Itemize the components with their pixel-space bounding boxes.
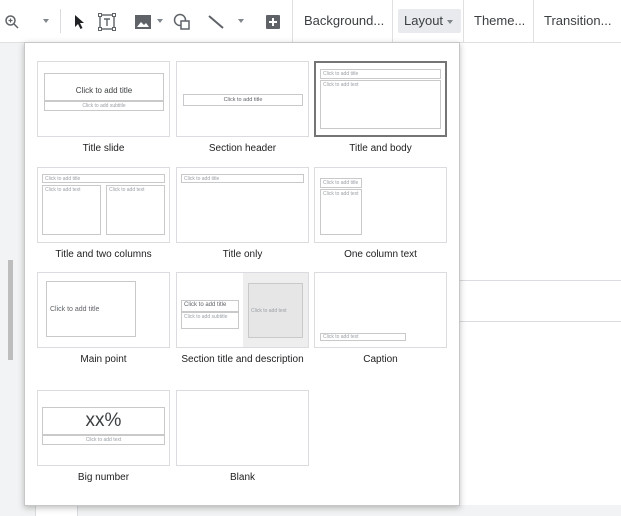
title-placeholder: Click to add title bbox=[183, 94, 303, 106]
title-placeholder: Click to add title bbox=[320, 178, 362, 188]
bottom-panel bbox=[0, 505, 621, 516]
line-dropdown-caret[interactable] bbox=[238, 19, 244, 23]
toolbar-divider bbox=[392, 0, 393, 42]
layout-thumbnail[interactable]: Click to add title Click to add text bbox=[314, 167, 447, 243]
placeholder-subtitle-text: Click to add subtitle bbox=[184, 314, 228, 320]
placeholder-body-text: Click to add text bbox=[251, 308, 287, 314]
add-comment-icon[interactable] bbox=[263, 12, 283, 32]
background-button[interactable]: Background... bbox=[298, 9, 390, 33]
title-placeholder: Click to add title bbox=[320, 69, 441, 79]
toolbar: Background... Layout Theme... Transition… bbox=[0, 0, 621, 43]
placeholder-body-text: Click to add text bbox=[109, 187, 145, 193]
title-placeholder: Click to add title bbox=[181, 174, 304, 183]
layout-menu: Click to add title Click to add subtitle… bbox=[24, 42, 460, 506]
transition-button[interactable]: Transition... bbox=[538, 9, 617, 33]
layout-label: Blank bbox=[229, 472, 255, 483]
body-placeholder: Click to add text bbox=[248, 283, 303, 338]
layout-label: Title and body bbox=[349, 143, 412, 154]
caption-placeholder: Click to add text bbox=[320, 333, 406, 341]
placeholder-title-text: Click to add title bbox=[223, 97, 263, 103]
placeholder-title-text: Click to add title bbox=[75, 85, 133, 95]
notes-divider bbox=[458, 321, 621, 322]
placeholder-title-text: Click to add title bbox=[50, 305, 100, 313]
placeholder-body-text: Click to add text bbox=[323, 191, 359, 197]
subtitle-placeholder: Click to add subtitle bbox=[181, 312, 239, 329]
layout-label: Title only bbox=[222, 249, 263, 260]
placeholder-title-text: Click to add title bbox=[184, 302, 227, 308]
layout-label: Section header bbox=[208, 143, 277, 154]
placeholder-body-text: Click to add text bbox=[45, 187, 81, 193]
toolbar-separator bbox=[60, 9, 61, 33]
layout-thumbnail[interactable]: Click to add text bbox=[314, 272, 447, 348]
zoom-icon[interactable] bbox=[2, 12, 22, 32]
placeholder-title-text: Click to add title bbox=[323, 71, 359, 77]
placeholder-title-text: Click to add title bbox=[184, 176, 220, 182]
layout-thumbnail[interactable]: Click to add title Click to add text Cli… bbox=[37, 167, 170, 243]
layout-label: Big number bbox=[77, 472, 130, 483]
placeholder-caption-text: Click to add text bbox=[323, 334, 359, 340]
layout-thumbnail[interactable]: Click to add title bbox=[176, 167, 309, 243]
toolbar-divider bbox=[463, 0, 464, 42]
body-placeholder: Click to add text bbox=[320, 80, 441, 129]
layout-label: Title slide bbox=[82, 143, 125, 154]
layout-thumbnail[interactable]: xx% Click to add text bbox=[37, 390, 170, 466]
body-placeholder: Click to add text bbox=[320, 189, 362, 235]
layout-thumbnail[interactable]: Click to add title bbox=[37, 272, 170, 348]
number-placeholder: xx% bbox=[42, 407, 165, 435]
column-placeholder: Click to add text bbox=[42, 185, 101, 235]
image-dropdown-caret[interactable] bbox=[157, 19, 163, 23]
title-placeholder: Click to add title bbox=[44, 73, 164, 101]
layout-button-label: Layout bbox=[404, 13, 444, 28]
theme-button[interactable]: Theme... bbox=[468, 9, 531, 33]
layout-button[interactable]: Layout bbox=[398, 9, 461, 33]
toolbar-divider bbox=[533, 0, 534, 42]
subtitle-placeholder: Click to add subtitle bbox=[44, 101, 164, 111]
layout-thumbnail[interactable]: Click to add title bbox=[176, 61, 309, 137]
layout-label: Main point bbox=[80, 354, 127, 365]
placeholder-body-text: Click to add text bbox=[85, 437, 122, 443]
filmstrip-scrollbar[interactable] bbox=[8, 260, 13, 360]
column-placeholder: Click to add text bbox=[106, 185, 165, 235]
title-placeholder: Click to add title bbox=[42, 174, 165, 183]
body-placeholder: Click to add text bbox=[42, 435, 165, 445]
text-box-icon[interactable] bbox=[97, 12, 117, 32]
toolbar-divider bbox=[292, 0, 293, 42]
layout-label: Section title and description bbox=[181, 354, 304, 365]
placeholder-body-text: Click to add text bbox=[323, 82, 359, 88]
notes-divider bbox=[458, 280, 621, 281]
layout-label: One column text bbox=[344, 249, 417, 260]
layout-thumbnail[interactable] bbox=[176, 390, 309, 466]
line-icon[interactable] bbox=[206, 12, 226, 32]
select-cursor-icon[interactable] bbox=[70, 12, 90, 32]
layout-thumbnail[interactable]: Click to add title Click to add subtitle… bbox=[176, 272, 309, 348]
placeholder-number-text: xx% bbox=[85, 410, 122, 431]
placeholder-subtitle-text: Click to add subtitle bbox=[82, 103, 126, 109]
placeholder-title-text: Click to add title bbox=[323, 180, 359, 186]
zoom-dropdown-caret[interactable] bbox=[43, 19, 49, 23]
chevron-down-icon bbox=[447, 19, 454, 24]
layout-thumbnail[interactable]: Click to add title Click to add subtitle bbox=[37, 61, 170, 137]
bottom-panel-cell bbox=[35, 505, 78, 516]
image-icon[interactable] bbox=[133, 12, 153, 32]
layout-thumbnail-selected[interactable]: Click to add title Click to add text bbox=[314, 61, 447, 137]
layout-label: Title and two columns bbox=[55, 249, 152, 260]
shape-icon[interactable] bbox=[172, 12, 192, 32]
layout-label: Caption bbox=[363, 354, 398, 365]
title-placeholder: Click to add title bbox=[181, 300, 239, 312]
placeholder-title-text: Click to add title bbox=[45, 176, 81, 182]
title-placeholder: Click to add title bbox=[46, 281, 136, 337]
